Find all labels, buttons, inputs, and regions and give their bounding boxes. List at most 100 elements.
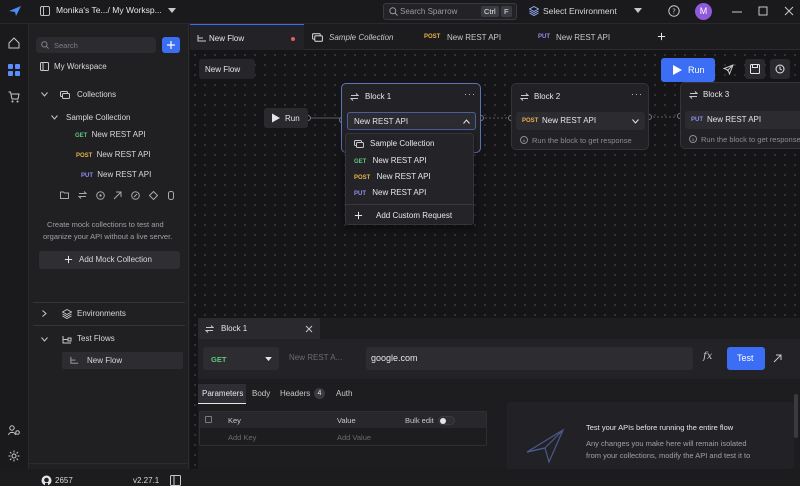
workspace-grid-icon[interactable]: [40, 6, 50, 16]
graphql-icon[interactable]: [95, 190, 105, 200]
environments-chevron-icon[interactable]: [42, 310, 47, 317]
method-badge: POST: [424, 34, 441, 40]
request-name: New REST API: [91, 130, 146, 139]
environment-chevron-icon[interactable]: [634, 8, 642, 14]
close-panel-icon[interactable]: [305, 325, 313, 333]
url-input[interactable]: google.com: [366, 347, 693, 370]
swap-icon[interactable]: [77, 190, 87, 200]
add-button[interactable]: [162, 37, 180, 53]
info-line-2: from your collections, modify the API an…: [586, 451, 751, 460]
add-mock-collection-button[interactable]: Add Mock Collection: [39, 251, 180, 269]
tab-new-flow[interactable]: New Flow: [190, 24, 304, 50]
add-custom-request[interactable]: Add Custom Request: [346, 205, 473, 225]
minimize-icon[interactable]: [732, 11, 742, 13]
method-select[interactable]: GET: [203, 347, 279, 370]
collection-icon: [354, 140, 364, 148]
tab-post-request[interactable]: POST New REST API: [414, 24, 524, 50]
block-3[interactable]: Block 3 PUT New REST API Run the block t…: [680, 82, 800, 149]
start-run-node[interactable]: Run: [264, 108, 308, 128]
more-options-icon[interactable]: ···: [464, 89, 476, 99]
help-icon[interactable]: ?: [668, 5, 680, 17]
tab-put-request[interactable]: PUT New REST API: [524, 24, 634, 50]
sidebar-flow-item[interactable]: New Flow: [62, 352, 183, 369]
dropdown-collection[interactable]: Sample Collection: [370, 139, 434, 148]
collections-nav-icon[interactable]: [8, 64, 20, 76]
request-name-input[interactable]: New REST A...: [289, 353, 342, 362]
dropdown-item-label: New REST API: [372, 188, 427, 197]
collapse-sidebar-icon[interactable]: [170, 475, 181, 486]
avatar[interactable]: M: [695, 3, 712, 20]
github-icon[interactable]: [41, 475, 52, 486]
shortcut-ctrl: Ctrl: [481, 6, 499, 17]
request-item[interactable]: POST New REST API: [76, 150, 151, 159]
testflows-chevron-icon[interactable]: [41, 337, 48, 342]
settings-gear-icon[interactable]: [8, 450, 20, 462]
swap-icon: [520, 93, 529, 101]
add-folder-icon[interactable]: [60, 190, 69, 200]
plus-icon: [166, 40, 176, 50]
save-button[interactable]: [745, 59, 765, 79]
sidebar-collections[interactable]: Collections: [77, 90, 116, 99]
deploy-rocket-icon[interactable]: [723, 64, 734, 75]
dropdown-item[interactable]: POST New REST API: [354, 172, 431, 181]
method-badge: POST: [522, 118, 539, 124]
global-search-input[interactable]: Search Sparrow Ctrl F: [383, 3, 517, 20]
home-icon[interactable]: [8, 37, 20, 49]
collection-name[interactable]: Sample Collection: [66, 113, 130, 122]
team-settings-icon[interactable]: [8, 424, 20, 436]
subtab-headers[interactable]: Headers: [280, 389, 310, 398]
bulk-edit-label: Bulk edit: [405, 416, 434, 425]
subtab-parameters[interactable]: Parameters: [198, 384, 246, 404]
close-window-icon[interactable]: [784, 6, 794, 16]
request-select[interactable]: POST New REST API: [516, 112, 645, 130]
method-badge: PUT: [354, 191, 366, 197]
collections-chevron-icon[interactable]: [41, 92, 48, 97]
collection-icon: [312, 33, 323, 42]
request-item[interactable]: PUT New REST API: [81, 170, 151, 179]
selected-request: New REST API: [354, 117, 409, 126]
workspace-title[interactable]: My Workspace: [54, 62, 107, 71]
search-icon: [389, 7, 398, 16]
add-value-input[interactable]: Add Value: [337, 433, 371, 442]
flow-item-label: New Flow: [87, 356, 123, 365]
scrollbar[interactable]: [794, 394, 798, 438]
more-options-icon[interactable]: ···: [631, 89, 643, 99]
flow-name-field[interactable]: New Flow: [199, 59, 255, 79]
block-2[interactable]: Block 2 ··· POST New REST API Run the bl…: [511, 83, 649, 150]
dropdown-item[interactable]: PUT New REST API: [354, 188, 426, 197]
sidebar-environments[interactable]: Environments: [77, 309, 126, 318]
request-select[interactable]: New REST API: [347, 112, 476, 130]
dropdown-item[interactable]: GET New REST API: [354, 156, 427, 165]
select-all-checkbox[interactable]: [205, 416, 212, 423]
add-custom-request-label: Add Custom Request: [376, 211, 453, 220]
grpc-icon[interactable]: [149, 190, 159, 200]
environment-select[interactable]: Select Environment: [543, 6, 617, 16]
chevron-down-icon[interactable]: [168, 8, 176, 14]
test-button[interactable]: Test: [727, 347, 765, 370]
add-key-input[interactable]: Add Key: [228, 433, 256, 442]
chevron-down-icon: [265, 357, 272, 362]
function-icon[interactable]: fx: [703, 351, 712, 362]
swap-icon: [689, 91, 698, 99]
request-item[interactable]: GET New REST API: [75, 130, 146, 139]
tab-sample-collection[interactable]: Sample Collection: [304, 24, 414, 50]
sidebar-test-flows[interactable]: Test Flows: [77, 334, 115, 343]
sidebar-search-input[interactable]: Search: [36, 37, 156, 53]
panel-tab[interactable]: Block 1: [198, 318, 320, 339]
request-select[interactable]: PUT New REST API: [685, 111, 800, 129]
history-button[interactable]: [770, 59, 790, 79]
dropdown-item-label: New REST API: [372, 156, 427, 165]
mock-icon[interactable]: [167, 190, 175, 200]
socketio-icon[interactable]: [131, 190, 141, 200]
subtab-auth[interactable]: Auth: [336, 389, 352, 398]
bulk-edit-toggle[interactable]: [438, 416, 455, 425]
expand-arrow-icon[interactable]: [773, 354, 782, 363]
run-flow-button[interactable]: Run: [661, 58, 715, 82]
collection-chevron-icon[interactable]: [51, 115, 58, 120]
marketplace-cart-icon[interactable]: [8, 91, 20, 103]
subtab-body[interactable]: Body: [252, 389, 270, 398]
new-tab-plus-icon[interactable]: [657, 32, 666, 41]
socket-icon[interactable]: [113, 190, 122, 200]
workspace-breadcrumb[interactable]: Monika's Te.../ My Worksp...: [56, 5, 162, 15]
maximize-icon[interactable]: [758, 6, 768, 16]
